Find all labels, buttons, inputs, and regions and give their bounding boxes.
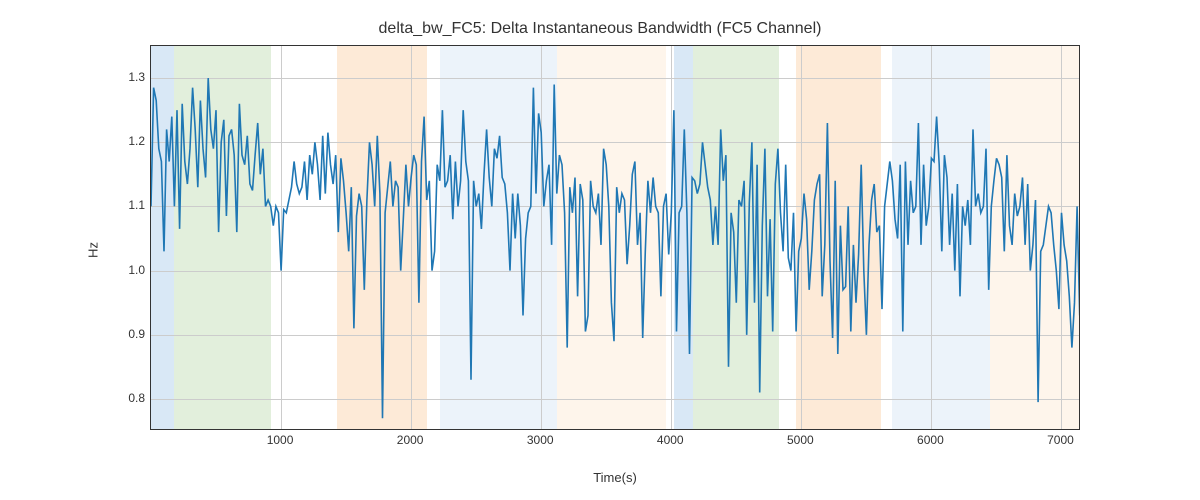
chart-root: delta_bw_FC5: Delta Instantaneous Bandwi… <box>0 0 1200 500</box>
y-tick-label: 1.3 <box>128 70 145 84</box>
x-tick-label: 7000 <box>1047 433 1074 447</box>
y-tick-label: 1.2 <box>128 134 145 148</box>
y-tick-label: 0.9 <box>128 327 145 341</box>
y-tick-label: 1.0 <box>128 263 145 277</box>
y-tick-label: 1.1 <box>128 198 145 212</box>
y-tick-label: 0.8 <box>128 391 145 405</box>
x-tick-label: 1000 <box>267 433 294 447</box>
plot-area <box>150 45 1080 430</box>
x-tick-label: 4000 <box>657 433 684 447</box>
chart-title: delta_bw_FC5: Delta Instantaneous Bandwi… <box>0 20 1200 38</box>
x-tick-label: 3000 <box>527 433 554 447</box>
x-axis-label: Time(s) <box>150 470 1080 485</box>
x-tick-label: 5000 <box>787 433 814 447</box>
x-tick-label: 2000 <box>397 433 424 447</box>
data-line <box>151 46 1080 430</box>
x-tick-label: 6000 <box>917 433 944 447</box>
y-axis-label: Hz <box>85 242 100 258</box>
